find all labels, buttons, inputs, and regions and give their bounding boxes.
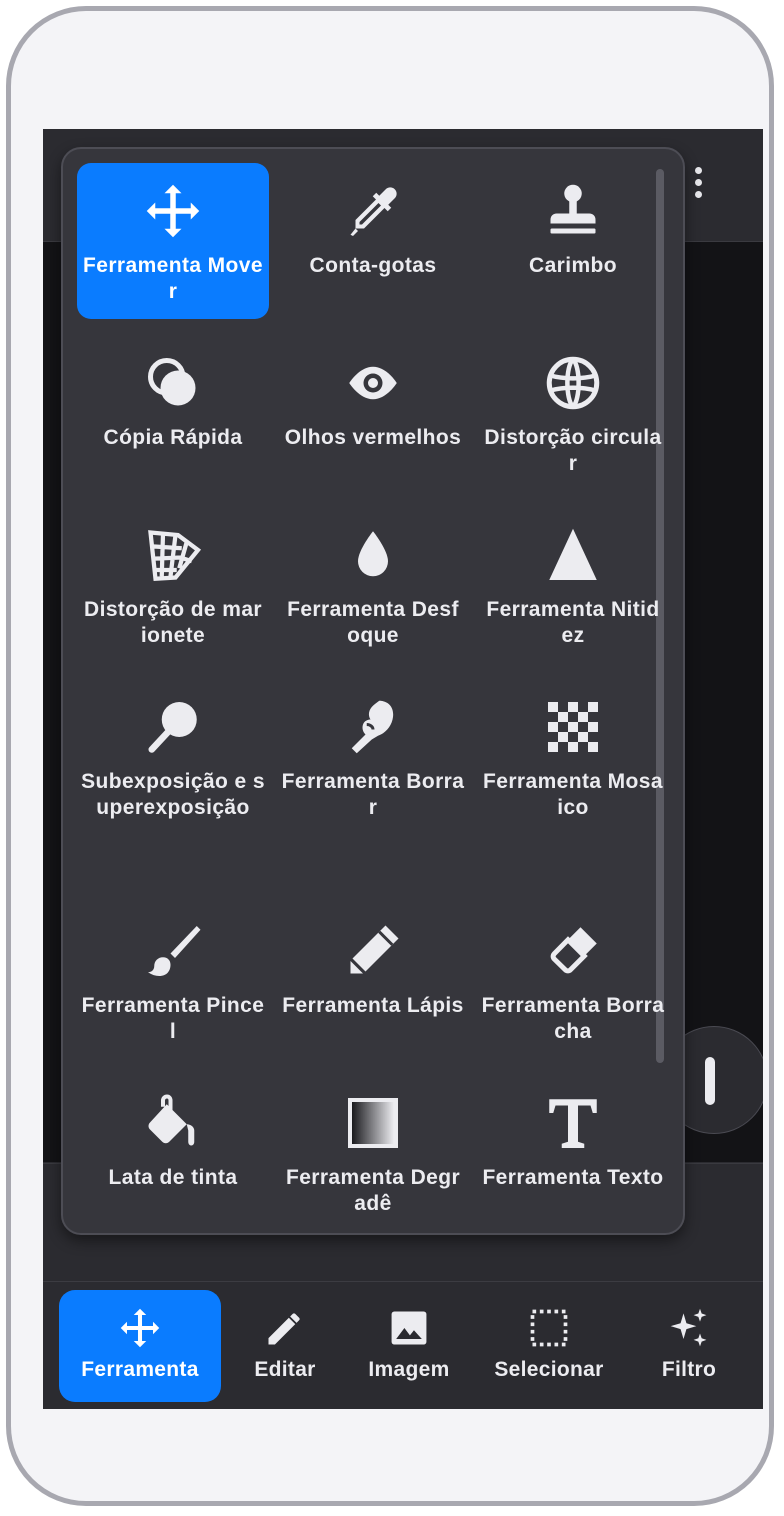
nav-editar[interactable]: Editar <box>233 1290 337 1402</box>
nav-label: Selecionar <box>494 1358 604 1381</box>
paint-bucket-icon <box>148 1094 195 1146</box>
move-icon <box>146 184 200 238</box>
dodge-burn-icon <box>148 702 197 753</box>
tool-dodge-burn[interactable]: Subexposição e superexposição <box>77 679 269 885</box>
hand-icon <box>705 1057 715 1105</box>
tool-label: Carimbo <box>529 254 617 277</box>
tool-pencil[interactable]: Ferramenta Lápis <box>277 903 469 1059</box>
stamp-icon <box>550 184 596 234</box>
tool-label: Conta-gotas <box>309 254 437 277</box>
nav-label: Editar <box>254 1358 316 1381</box>
tool-label: Ferramenta Lápis <box>282 994 464 1017</box>
tool-sharpen[interactable]: Ferramenta Nitidez <box>477 507 669 663</box>
triangle-icon <box>549 528 597 580</box>
smudge-finger-icon <box>351 700 394 754</box>
tool-text[interactable]: Ferramenta Texto <box>477 1075 669 1231</box>
tool-red-eye[interactable]: Olhos vermelhos <box>277 335 469 491</box>
gradient-icon <box>348 1098 398 1148</box>
nav-label: Ferramenta <box>81 1358 199 1381</box>
nav-selecionar[interactable]: Selecionar <box>481 1290 617 1402</box>
tool-eyedropper[interactable]: Conta-gotas <box>277 163 469 319</box>
tool-stamp[interactable]: Carimbo <box>477 163 669 319</box>
bottom-navigation: Ferramenta Editar Imagem Selecionar Filt… <box>43 1281 763 1409</box>
tool-mosaic[interactable]: Ferramenta Mosaico <box>477 679 669 835</box>
checkerboard-icon <box>548 702 598 752</box>
tools-popup: Ferramenta Mover Conta-gotas Carimbo Cóp… <box>61 147 685 1235</box>
tool-label: Ferramenta Pincel <box>81 994 265 1043</box>
move-icon <box>120 1308 160 1348</box>
tool-puppet-warp[interactable]: Distorção de marionete <box>77 507 269 663</box>
image-icon <box>391 1311 427 1345</box>
tool-label: Ferramenta Borrar <box>281 770 465 819</box>
tool-paint-bucket[interactable]: Lata de tinta <box>77 1075 269 1231</box>
tool-label: Subexposição e superexposição <box>81 770 265 819</box>
tool-label: Cópia Rápida <box>103 426 243 449</box>
tool-label: Ferramenta Desfoque <box>287 598 459 647</box>
selection-icon <box>530 1309 568 1347</box>
drop-icon <box>358 531 388 577</box>
tool-quick-copy[interactable]: Cópia Rápida <box>77 335 269 491</box>
tool-label: Ferramenta Texto <box>482 1166 664 1189</box>
eraser-icon <box>550 927 597 974</box>
tool-label: Distorção de marionete <box>84 598 262 647</box>
tool-blur[interactable]: Ferramenta Desfoque <box>277 507 469 663</box>
pencil-icon <box>350 925 399 974</box>
nav-ferramenta[interactable]: Ferramenta <box>59 1290 221 1402</box>
tool-label: Distorção circular <box>484 426 662 475</box>
pencil-icon <box>268 1313 300 1345</box>
text-icon <box>549 1099 597 1148</box>
sparkles-icon <box>670 1308 707 1347</box>
tool-eraser[interactable]: Ferramenta Borracha <box>477 903 669 1059</box>
tool-label: Ferramenta Borracha <box>481 994 665 1043</box>
tool-brush[interactable]: Ferramenta Pincel <box>77 903 269 1059</box>
tool-label: Lata de tinta <box>108 1166 238 1189</box>
eye-icon <box>349 366 397 400</box>
tool-move[interactable]: Ferramenta Mover <box>77 163 269 319</box>
tool-smudge[interactable]: Ferramenta Borrar <box>277 679 469 835</box>
tool-circular-distortion[interactable]: Distorção circular <box>477 335 669 491</box>
globe-icon <box>546 356 600 410</box>
tool-gradient[interactable]: Ferramenta Degradê <box>277 1075 469 1231</box>
tool-label: Ferramenta Nitidez <box>486 598 660 647</box>
brush-icon <box>148 926 201 976</box>
quick-copy-icon <box>148 358 196 406</box>
nav-label: Imagem <box>368 1358 450 1381</box>
nav-imagem[interactable]: Imagem <box>353 1290 465 1402</box>
nav-label: Filtro <box>661 1358 717 1381</box>
phone-frame: Ferramenta Editar Imagem Selecionar Filt… <box>6 6 774 1506</box>
tool-label: Ferramenta Degradê <box>285 1166 461 1215</box>
mesh-warp-icon <box>148 530 202 581</box>
tool-label: Olhos vermelhos <box>284 426 462 449</box>
tool-label: Ferramenta Mover <box>83 254 263 303</box>
nav-filtro[interactable]: Filtro <box>633 1290 745 1402</box>
eyedropper-icon <box>350 187 397 236</box>
tool-label: Ferramenta Mosaico <box>483 770 663 819</box>
more-options-icon[interactable] <box>691 167 705 207</box>
